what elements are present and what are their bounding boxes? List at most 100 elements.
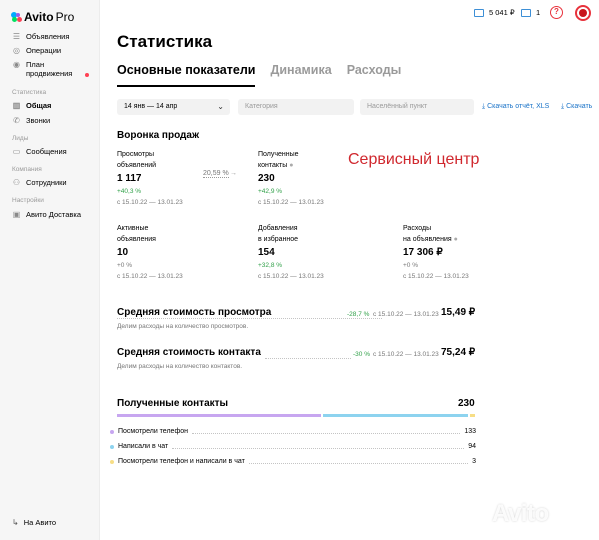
legend-dot xyxy=(110,444,114,449)
sidebar-section-stats: Статистика xyxy=(12,89,47,96)
metric-period-contacts: с 15.10.22 — 13.01.23 xyxy=(258,199,324,206)
list-item: Посмотрели телефон 133 xyxy=(110,428,476,435)
sidebar-item-label: Авито Доставка xyxy=(26,210,81,219)
metric-change-favorites: +32,8 % xyxy=(258,262,283,269)
metric-change-expenses: +0 % xyxy=(403,262,418,269)
monitor-icon xyxy=(521,8,531,17)
date-range-value: 14 янв — 14 апр xyxy=(124,103,178,110)
list-item: Написали в чат 94 xyxy=(110,443,476,450)
info-icon: ● xyxy=(453,236,458,243)
metric-value-views: 1 117 xyxy=(117,173,142,184)
notification-dot xyxy=(85,73,89,77)
sidebar-item-promotion-plan[interactable]: ◉ План продвижения xyxy=(12,60,82,78)
sidebar-item-label: План продвижения xyxy=(26,60,73,78)
notifications-count: 1 xyxy=(536,8,541,17)
people-icon: ⚇ xyxy=(12,178,21,187)
sidebar-item-messages[interactable]: ▭ Сообщения xyxy=(12,147,67,156)
metric-period-expenses: с 15.10.22 — 13.01.23 xyxy=(403,273,469,280)
legend-dot xyxy=(110,429,114,434)
avatar[interactable] xyxy=(575,5,591,21)
info-icon: ● xyxy=(289,162,294,169)
sidebar-item-label: Сообщения xyxy=(26,147,67,156)
go-to-avito-link[interactable]: ↳ На Авито xyxy=(12,518,56,527)
sidebar-item-delivery[interactable]: ▣ Авито Доставка xyxy=(12,210,81,219)
sidebar-item-operations[interactable]: ◎ Операции xyxy=(12,46,61,55)
metric-label-expenses: Расходы на объявления ● xyxy=(403,225,458,243)
divider xyxy=(265,358,351,359)
overlay-caption: Сервисный центр xyxy=(348,151,480,168)
sidebar: Avito Pro ☰ Объявления ◎ Операции ◉ План… xyxy=(0,0,100,540)
list-item: Посмотрели телефон и написали в чат 3 xyxy=(110,458,476,465)
chart-icon: ▥ xyxy=(12,101,21,110)
metric-value-contacts: 230 xyxy=(258,173,275,184)
balance-value: 5 041 ₽ xyxy=(489,8,515,17)
sidebar-item-employees[interactable]: ⚇ Сотрудники xyxy=(12,178,67,187)
tabs: Основные показатели Динамика Расходы xyxy=(117,63,416,87)
sidebar-item-label: Сотрудники xyxy=(26,178,67,187)
pin-icon: ◉ xyxy=(13,60,20,69)
date-range-select[interactable]: 14 янв — 14 апр ⌄ xyxy=(117,99,230,115)
cost-per-view-description: Делим расходы на количество просмотров. xyxy=(117,323,249,330)
download-more-link[interactable]: ⤓ Скачать xyxy=(561,103,592,111)
logo-suffix: Pro xyxy=(55,10,75,24)
notifications-counter[interactable]: 1 xyxy=(521,8,540,17)
tab-expenses[interactable]: Расходы xyxy=(347,63,402,87)
metric-period-favorites: с 15.10.22 — 13.01.23 xyxy=(258,273,324,280)
phone-icon: ✆ xyxy=(13,116,20,125)
cost-per-contact-change: -30 % xyxy=(353,351,370,358)
arrow-back-icon: ↳ xyxy=(12,518,19,527)
tab-dynamics[interactable]: Динамика xyxy=(270,63,331,87)
sidebar-item-calls[interactable]: ✆ Звонки xyxy=(12,116,50,125)
cost-per-contact-description: Делим расходы на количество контактов. xyxy=(117,363,243,370)
conversion-rate[interactable]: 20,59 % xyxy=(203,170,229,178)
download-icon: ⤓ xyxy=(561,103,565,110)
coin-icon: ◎ xyxy=(13,46,20,55)
metric-change-contacts: +42,9 % xyxy=(258,188,283,195)
cost-per-contact-value: 75,24 ₽ xyxy=(441,347,476,358)
sidebar-item-ads[interactable]: ☰ Объявления xyxy=(12,32,69,41)
category-input[interactable]: Категория xyxy=(238,99,354,115)
avito-pro-logo[interactable]: Avito Pro xyxy=(11,10,74,24)
contacts-bar-segment xyxy=(470,414,475,417)
sidebar-item-label: Операции xyxy=(26,46,62,55)
download-more-label: Скачать xyxy=(566,103,593,110)
cost-per-contact-title: Средняя стоимость контакта xyxy=(117,347,261,358)
sidebar-item-label: Общая xyxy=(26,101,52,110)
chat-icon: ▭ xyxy=(12,147,21,156)
metric-period-views: с 15.10.22 — 13.01.23 xyxy=(117,199,183,206)
download-xls-label: Скачать отчёт, XLS xyxy=(487,103,550,110)
metric-change-views: +40,3 % xyxy=(117,188,142,195)
sidebar-item-label: Звонки xyxy=(26,116,51,125)
page-title: Статистика xyxy=(117,32,213,51)
cost-per-view-period: с 15.10.22 — 13.01.23 xyxy=(373,311,439,318)
contacts-bar-segment xyxy=(323,414,469,417)
wallet-balance[interactable]: 5 041 ₽ xyxy=(474,8,515,17)
contacts-total: 230 xyxy=(458,398,475,409)
contacts-bar-segment xyxy=(117,414,322,417)
sidebar-item-label: Объявления xyxy=(26,32,70,41)
legend-dot xyxy=(110,459,114,464)
metric-label-active-ads: Активные объявления xyxy=(117,225,156,243)
sidebar-section-settings: Настройки xyxy=(12,197,44,204)
help-icon[interactable]: ? xyxy=(550,6,563,19)
sidebar-item-general[interactable]: ▥ Общая xyxy=(12,101,52,110)
footer-link-label: На Авито xyxy=(23,518,57,527)
metric-label-views: Просмотры объявлений xyxy=(117,151,157,169)
download-xls-link[interactable]: ⤓ Скачать отчёт, XLS xyxy=(482,103,549,111)
chevron-down-icon: ⌄ xyxy=(217,102,224,111)
contacts-title: Полученные контакты xyxy=(117,398,229,409)
wallet-icon xyxy=(474,8,484,17)
cost-per-view-title: Средняя стоимость просмотра xyxy=(117,307,272,318)
city-input[interactable]: Населённый пункт xyxy=(360,99,474,115)
metric-period-active-ads: с 15.10.22 — 13.01.23 xyxy=(117,273,183,280)
metric-label-favorites: Добавления в избранное xyxy=(258,225,299,243)
cost-per-contact-period: с 15.10.22 — 13.01.23 xyxy=(373,351,439,358)
download-icon: ⤓ xyxy=(482,103,486,110)
divider xyxy=(117,318,382,319)
list-icon: ☰ xyxy=(12,32,21,41)
sidebar-section-leads: Лиды xyxy=(12,135,29,142)
tab-main-indicators[interactable]: Основные показатели xyxy=(117,63,256,87)
arrow-right-icon: → xyxy=(230,170,237,177)
box-icon: ▣ xyxy=(12,210,21,219)
funnel-title: Воронка продаж xyxy=(117,130,200,141)
